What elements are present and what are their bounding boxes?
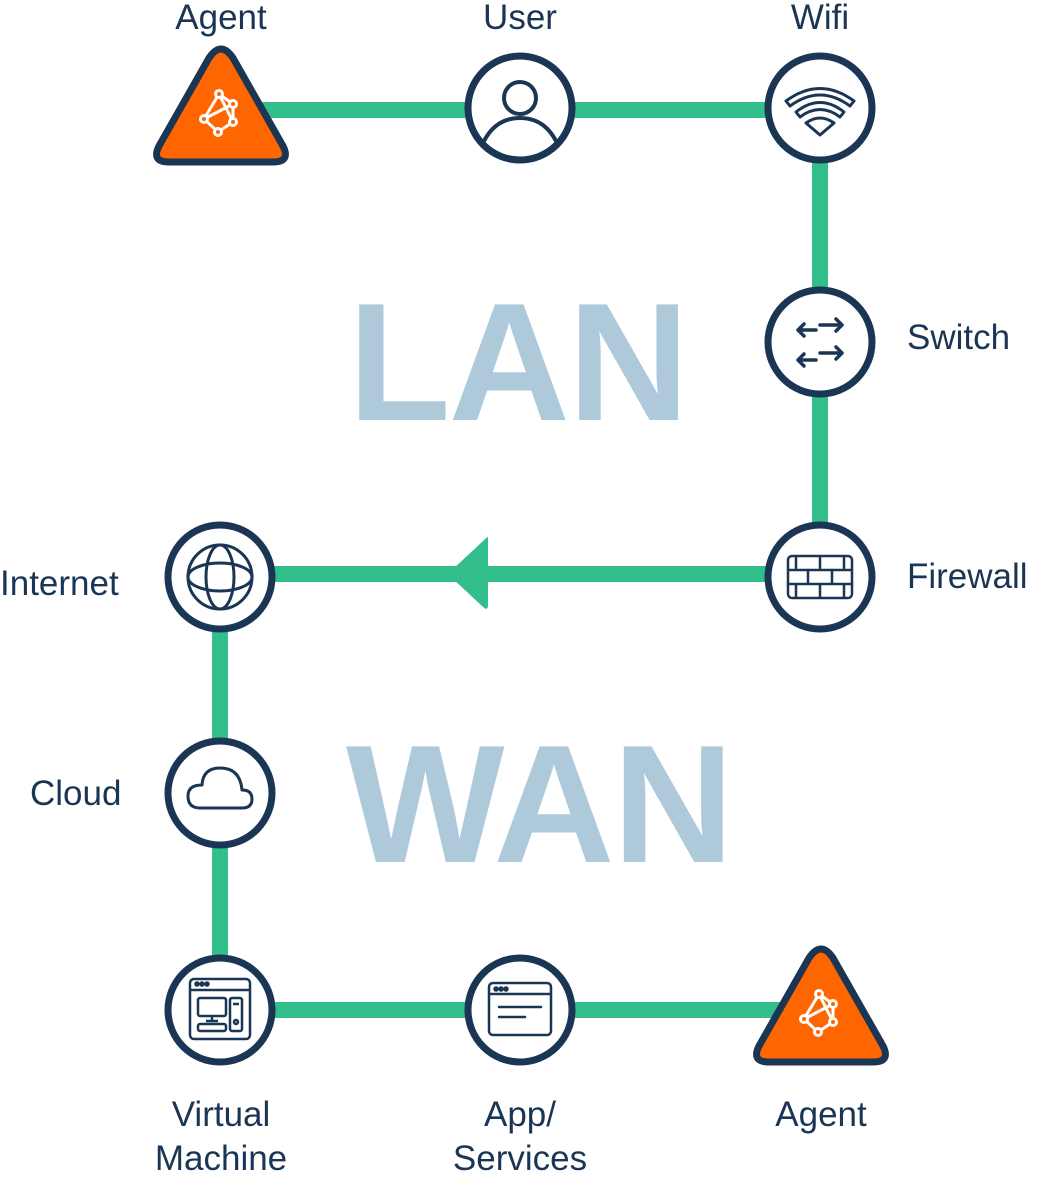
wan-zone-label: WAN — [346, 710, 734, 898]
firewall-label: Firewall — [907, 557, 1028, 596]
app-label-line2: Services — [452, 1139, 588, 1178]
wifi-label: Wifi — [790, 0, 850, 37]
user-node — [464, 52, 576, 164]
cloud-node — [164, 737, 276, 849]
agent-bottom-label: Agent — [775, 1095, 867, 1134]
network-diagram — [153, 45, 889, 1066]
app-label-line1: App/ — [484, 1095, 556, 1134]
lan-zone-label: LAN — [348, 268, 689, 456]
vm-label-line2: Machine — [154, 1139, 288, 1178]
cloud-label: Cloud — [30, 774, 122, 813]
switch-node — [764, 286, 876, 398]
wifi-node — [764, 52, 876, 164]
internet-node — [164, 521, 276, 633]
flow-arrow-icon — [450, 536, 488, 609]
switch-label: Switch — [907, 318, 1011, 357]
app-node — [464, 954, 576, 1066]
vm-label-line1: Virtual — [171, 1095, 271, 1134]
internet-label: Internet — [0, 564, 119, 603]
firewall-node — [764, 521, 876, 633]
agent-top-label: Agent — [175, 0, 267, 37]
user-label: User — [483, 0, 557, 37]
vm-node — [164, 954, 276, 1066]
